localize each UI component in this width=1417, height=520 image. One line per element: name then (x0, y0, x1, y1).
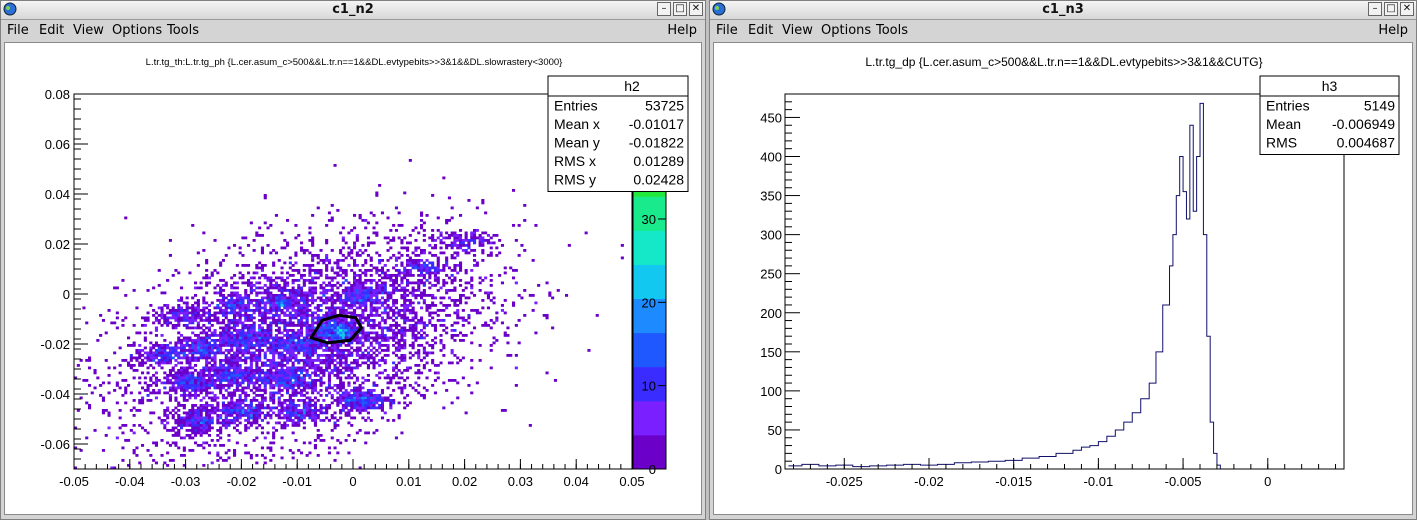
stats-value: 0.004687 (1337, 135, 1396, 151)
y-tick-label: 0.02 (45, 237, 70, 252)
stats-label: RMS (1266, 135, 1297, 151)
menu-file[interactable]: File (716, 23, 738, 38)
color-scale-band (633, 332, 666, 351)
z-tick-label: 20 (642, 295, 656, 310)
x-tick-label: -0.01 (282, 474, 312, 489)
stats-value: 5149 (1364, 98, 1395, 114)
color-scale-band (633, 247, 666, 265)
y-tick-label: -0.06 (40, 437, 70, 452)
menu-options[interactable]: Options (821, 23, 871, 38)
window-title: c1_n3 (1042, 2, 1084, 17)
menu-help[interactable]: Help (1378, 23, 1408, 38)
y-tick-label: 0 (63, 287, 70, 302)
y-tick-label: 300 (760, 228, 782, 243)
menu-tools[interactable]: Tools (876, 23, 908, 38)
window-title: c1_n2 (332, 2, 374, 17)
canvas-window-c1-n2: c1_n2 – □ ✕ File Edit View Options Tools… (0, 0, 706, 520)
stats-label: Mean x (554, 116, 600, 132)
maximize-icon[interactable]: □ (1384, 2, 1398, 16)
menu-help[interactable]: Help (667, 23, 697, 38)
y-tick-label: 200 (760, 306, 782, 321)
x-tick-label: 0 (349, 474, 356, 489)
color-scale-band (633, 315, 666, 334)
x-tick-label: 0.05 (619, 474, 644, 489)
color-scale-band (633, 264, 666, 282)
menu-view[interactable]: View (73, 23, 104, 38)
stats-value: -0.01017 (629, 116, 684, 132)
plot-canvas[interactable]: L.tr.tg_dp {L.cer.asum_c>500&&L.tr.n==1&… (713, 42, 1413, 515)
stats-value: 0.02428 (633, 172, 684, 188)
y-tick-label: -0.04 (40, 387, 70, 402)
stats-value: -0.01822 (629, 135, 684, 151)
x-tick-label: 0.02 (452, 474, 477, 489)
histogram-1d-plot[interactable]: L.tr.tg_dp {L.cer.asum_c>500&&L.tr.n==1&… (714, 43, 1414, 516)
stats-title: h2 (624, 78, 640, 94)
close-icon[interactable]: ✕ (689, 2, 703, 16)
title-bar[interactable]: c1_n3 – □ ✕ (710, 1, 1416, 20)
plot-title: L.tr.tg_th:L.tr.tg_ph {L.cer.asum_c>500&… (146, 57, 563, 68)
menu-edit[interactable]: Edit (39, 23, 64, 38)
x-tick-label: -0.04 (115, 474, 145, 489)
menu-edit[interactable]: Edit (748, 23, 773, 38)
z-tick-label: 0 (649, 462, 656, 477)
y-tick-label: 400 (760, 150, 782, 165)
x-tick-label: -0.03 (171, 474, 201, 489)
y-tick-label: -0.02 (40, 337, 70, 352)
color-scale-band (633, 349, 666, 368)
menu-bar: File Edit View Options Tools Help (710, 20, 1416, 41)
stats-label: RMS x (554, 153, 596, 169)
x-tick-label: -0.05 (59, 474, 89, 489)
minimize-icon[interactable]: – (1368, 2, 1382, 16)
stats-label: Entries (1266, 98, 1310, 114)
close-icon[interactable]: ✕ (1400, 2, 1414, 16)
color-scale-band (633, 434, 666, 453)
x-tick-label: -0.005 (1165, 474, 1202, 489)
canvas-window-c1-n3: c1_n3 – □ ✕ File Edit View Options Tools… (709, 0, 1417, 520)
stats-label: Mean y (554, 135, 600, 151)
stats-label: Mean (1266, 116, 1301, 132)
y-tick-label: 450 (760, 110, 782, 125)
x-tick-label: 0.01 (396, 474, 421, 489)
y-tick-label: 0 (775, 462, 782, 477)
title-bar[interactable]: c1_n2 – □ ✕ (1, 1, 705, 20)
x-tick-label: 0 (1264, 474, 1271, 489)
y-tick-label: 0.08 (45, 87, 70, 102)
z-tick-label: 30 (642, 212, 656, 227)
z-tick-label: 10 (642, 379, 656, 394)
histogram-line[interactable] (788, 102, 1224, 470)
color-scale-band (633, 400, 666, 419)
y-tick-label: 0.06 (45, 137, 70, 152)
plot-title: L.tr.tg_dp {L.cer.asum_c>500&&L.tr.n==1&… (865, 55, 1262, 69)
y-tick-label: 100 (760, 384, 782, 399)
menu-tools[interactable]: Tools (167, 23, 199, 38)
x-tick-label: 0.03 (508, 474, 533, 489)
stats-label: RMS y (554, 172, 596, 188)
histogram-2d-plot[interactable]: L.tr.tg_th:L.tr.tg_ph {L.cer.asum_c>500&… (5, 43, 703, 516)
menu-options[interactable]: Options (112, 23, 162, 38)
x-tick-label: -0.025 (826, 474, 863, 489)
y-tick-label: 50 (768, 423, 782, 438)
x-tick-label: -0.01 (1084, 474, 1114, 489)
maximize-icon[interactable]: □ (673, 2, 687, 16)
plot-canvas[interactable]: L.tr.tg_th:L.tr.tg_ph {L.cer.asum_c>500&… (4, 42, 702, 515)
y-tick-label: 0.04 (45, 187, 70, 202)
y-tick-label: 150 (760, 345, 782, 360)
y-tick-label: 250 (760, 267, 782, 282)
stats-value: 53725 (645, 98, 684, 114)
x-tick-label: 0.04 (564, 474, 589, 489)
y-tick-label: 350 (760, 189, 782, 204)
x-tick-label: -0.02 (227, 474, 257, 489)
x-tick-label: -0.02 (914, 474, 944, 489)
x-tick-label: -0.015 (995, 474, 1032, 489)
minimize-icon[interactable]: – (657, 2, 671, 16)
color-scale-band (633, 230, 666, 248)
stats-value: 0.01289 (633, 153, 684, 169)
stats-label: Entries (554, 98, 598, 114)
stats-title: h3 (1322, 78, 1338, 94)
menu-bar: File Edit View Options Tools Help (1, 20, 705, 41)
color-scale-band (633, 417, 666, 436)
menu-view[interactable]: View (782, 23, 813, 38)
stats-value: -0.006949 (1332, 116, 1395, 132)
menu-file[interactable]: File (7, 23, 29, 38)
